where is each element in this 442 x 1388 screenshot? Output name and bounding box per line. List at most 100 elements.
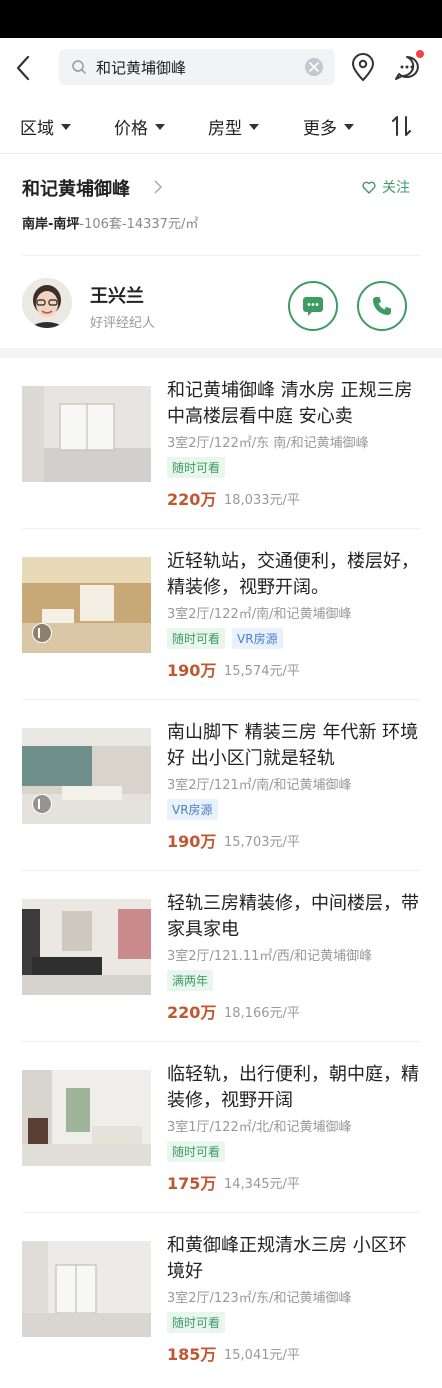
listing-title: 临轻轨，出行便利，朝中庭，精装修，视野开阔 xyxy=(167,1064,419,1111)
room-photo-icon xyxy=(22,899,151,995)
listing-item[interactable]: 南山脚下 精装三房 年代新 环境好 出小区门就是轻轨 3室2厅/121㎡/南/和… xyxy=(0,700,442,871)
follow-button[interactable]: 关注 xyxy=(362,177,410,197)
listing-spec: 3室2厅/121.11㎡/西/和记黄埔御峰 xyxy=(167,949,373,964)
close-icon xyxy=(309,62,319,72)
agent-subtitle: 好评经纪人 xyxy=(90,316,156,331)
listing-price: 185万 xyxy=(167,1345,217,1364)
filter-area[interactable]: 区域 xyxy=(20,114,71,139)
listing-unit-price: 14,345元/平 xyxy=(224,1177,300,1192)
listing-item[interactable]: 临轻轨，出行便利，朝中庭，精装修，视野开阔 3室1厅/122㎡/北/和记黄埔御峰… xyxy=(0,1042,442,1213)
listing-item[interactable]: 和记黄埔御峰 清水房 正规三房 中高楼层看中庭 安心卖 3室2厅/122㎡/东 … xyxy=(0,358,442,529)
clear-search-button[interactable] xyxy=(305,58,323,76)
listing-title: 近轻轨站，交通便利，楼层好，精装修，视野开阔。 xyxy=(167,551,419,598)
listing-unit-price: 18,166元/平 xyxy=(224,1006,300,1021)
agent-name: 王兴兰 xyxy=(90,286,144,307)
status-bar xyxy=(0,0,442,38)
location-pin-icon xyxy=(351,53,375,82)
tag-badge: VR房源 xyxy=(167,799,218,820)
listing-title: 和记黄埔御峰 清水房 正规三房 中高楼层看中庭 安心卖 xyxy=(167,380,413,427)
filter-area-label: 区域 xyxy=(20,119,54,139)
filter-price-label: 价格 xyxy=(114,119,148,139)
community-card[interactable]: 和记黄埔御峰 关注 南岸-南坪-106套-14337元/㎡ xyxy=(0,155,442,256)
room-photo-icon xyxy=(22,1241,151,1337)
listing-price: 190万 xyxy=(167,832,217,851)
search-bar: 和记黄埔御峰 xyxy=(0,38,442,98)
listing-spec: 3室2厅/121㎡/南/和记黄埔御峰 xyxy=(167,778,352,793)
listing-photo xyxy=(22,728,151,824)
tag-badge: 随时可看 xyxy=(167,1141,226,1162)
community-district: 南岸-南坪 xyxy=(22,217,80,232)
search-query: 和记黄埔御峰 xyxy=(96,59,187,77)
listing-tags: 随时可看 xyxy=(167,1141,232,1162)
tag-badge: 满两年 xyxy=(167,970,214,991)
listing-photo xyxy=(22,1241,151,1337)
filter-bar: 区域 价格 房型 更多 xyxy=(0,98,442,154)
listing-tags: 随时可看 xyxy=(167,457,232,478)
listing-photo xyxy=(22,1070,151,1166)
listing-unit-price: 15,041元/平 xyxy=(224,1348,300,1363)
section-gap xyxy=(0,348,442,358)
follow-label: 关注 xyxy=(382,180,410,196)
agent-card: 王兴兰 好评经纪人 xyxy=(0,256,442,348)
listing-tags: 满两年 xyxy=(167,970,220,991)
chat-icon xyxy=(303,297,323,316)
call-button[interactable] xyxy=(357,281,407,331)
listing-item[interactable]: 近轻轨站，交通便利，楼层好，精装修，视野开阔。 3室2厅/122㎡/南/和记黄埔… xyxy=(0,529,442,700)
sort-icon[interactable] xyxy=(390,115,414,137)
listing-unit-price: 15,703元/平 xyxy=(224,835,300,850)
listing-title: 南山脚下 精装三房 年代新 环境好 出小区门就是轻轨 xyxy=(167,722,419,769)
listing-tags: 随时可看 xyxy=(167,1312,232,1333)
chevron-down-icon xyxy=(344,123,354,130)
room-photo-icon xyxy=(22,386,151,482)
search-input[interactable]: 和记黄埔御峰 xyxy=(59,49,335,85)
listing-photo xyxy=(22,557,151,653)
avatar[interactable] xyxy=(22,278,72,328)
location-button[interactable] xyxy=(350,53,376,83)
heart-icon xyxy=(362,181,376,194)
listing-photo xyxy=(22,899,151,995)
tag-badge: 随时可看 xyxy=(167,1312,226,1333)
listing-unit-price: 18,033元/平 xyxy=(224,493,300,508)
room-photo-icon xyxy=(22,1070,151,1166)
listing-item[interactable]: 轻轨三房精装修，中间楼层，带家具家电 3室2厅/121.11㎡/西/和记黄埔御峰… xyxy=(0,871,442,1042)
community-name: 和记黄埔御峰 xyxy=(22,179,130,200)
phone-icon xyxy=(373,297,391,315)
listing-unit-price: 15,574元/平 xyxy=(224,664,300,679)
listing-price: 175万 xyxy=(167,1174,217,1193)
filter-layout-label: 房型 xyxy=(208,119,242,139)
message-icon xyxy=(395,56,419,80)
chat-button[interactable] xyxy=(288,281,338,331)
listing-price: 220万 xyxy=(167,1003,217,1022)
listing-photo xyxy=(22,386,151,482)
tag-badge: 随时可看 xyxy=(167,457,226,478)
listing-spec: 3室2厅/122㎡/东 南/和记黄埔御峰 xyxy=(167,436,369,451)
chevron-down-icon xyxy=(155,123,165,130)
agent-avatar-icon xyxy=(22,278,72,328)
community-stats: -106套-14337元/㎡ xyxy=(79,217,199,232)
filter-layout[interactable]: 房型 xyxy=(208,114,259,139)
chevron-left-icon xyxy=(16,55,30,81)
tag-badge: 随时可看 xyxy=(167,628,226,649)
chevron-down-icon xyxy=(249,123,259,130)
listing-item[interactable]: 和黄御峰正规清水三房 小区环境好 3室2厅/123㎡/东/和记黄埔御峰 随时可看… xyxy=(0,1213,442,1384)
message-button[interactable] xyxy=(393,50,424,82)
filter-more-label: 更多 xyxy=(303,119,337,139)
listing-spec: 3室2厅/122㎡/南/和记黄埔御峰 xyxy=(167,607,352,622)
filter-more[interactable]: 更多 xyxy=(303,114,354,139)
notification-dot xyxy=(416,50,424,58)
listing-price: 190万 xyxy=(167,661,217,680)
chevron-down-icon xyxy=(61,123,71,130)
listing-title: 和黄御峰正规清水三房 小区环境好 xyxy=(167,1235,407,1282)
tag-badge: VR房源 xyxy=(232,628,283,649)
search-icon xyxy=(72,60,86,74)
vr-badge-icon xyxy=(32,623,52,643)
listing-spec: 3室2厅/123㎡/东/和记黄埔御峰 xyxy=(167,1291,352,1306)
vr-badge-icon xyxy=(32,794,52,814)
listing-spec: 3室1厅/122㎡/北/和记黄埔御峰 xyxy=(167,1120,352,1135)
community-meta: 南岸-南坪-106套-14337元/㎡ xyxy=(22,213,198,232)
filter-price[interactable]: 价格 xyxy=(114,114,165,139)
listing-price: 220万 xyxy=(167,490,217,509)
back-button[interactable] xyxy=(12,54,36,82)
chevron-right-icon xyxy=(154,180,163,194)
listing-tags: 随时可看 VR房源 xyxy=(167,628,290,649)
